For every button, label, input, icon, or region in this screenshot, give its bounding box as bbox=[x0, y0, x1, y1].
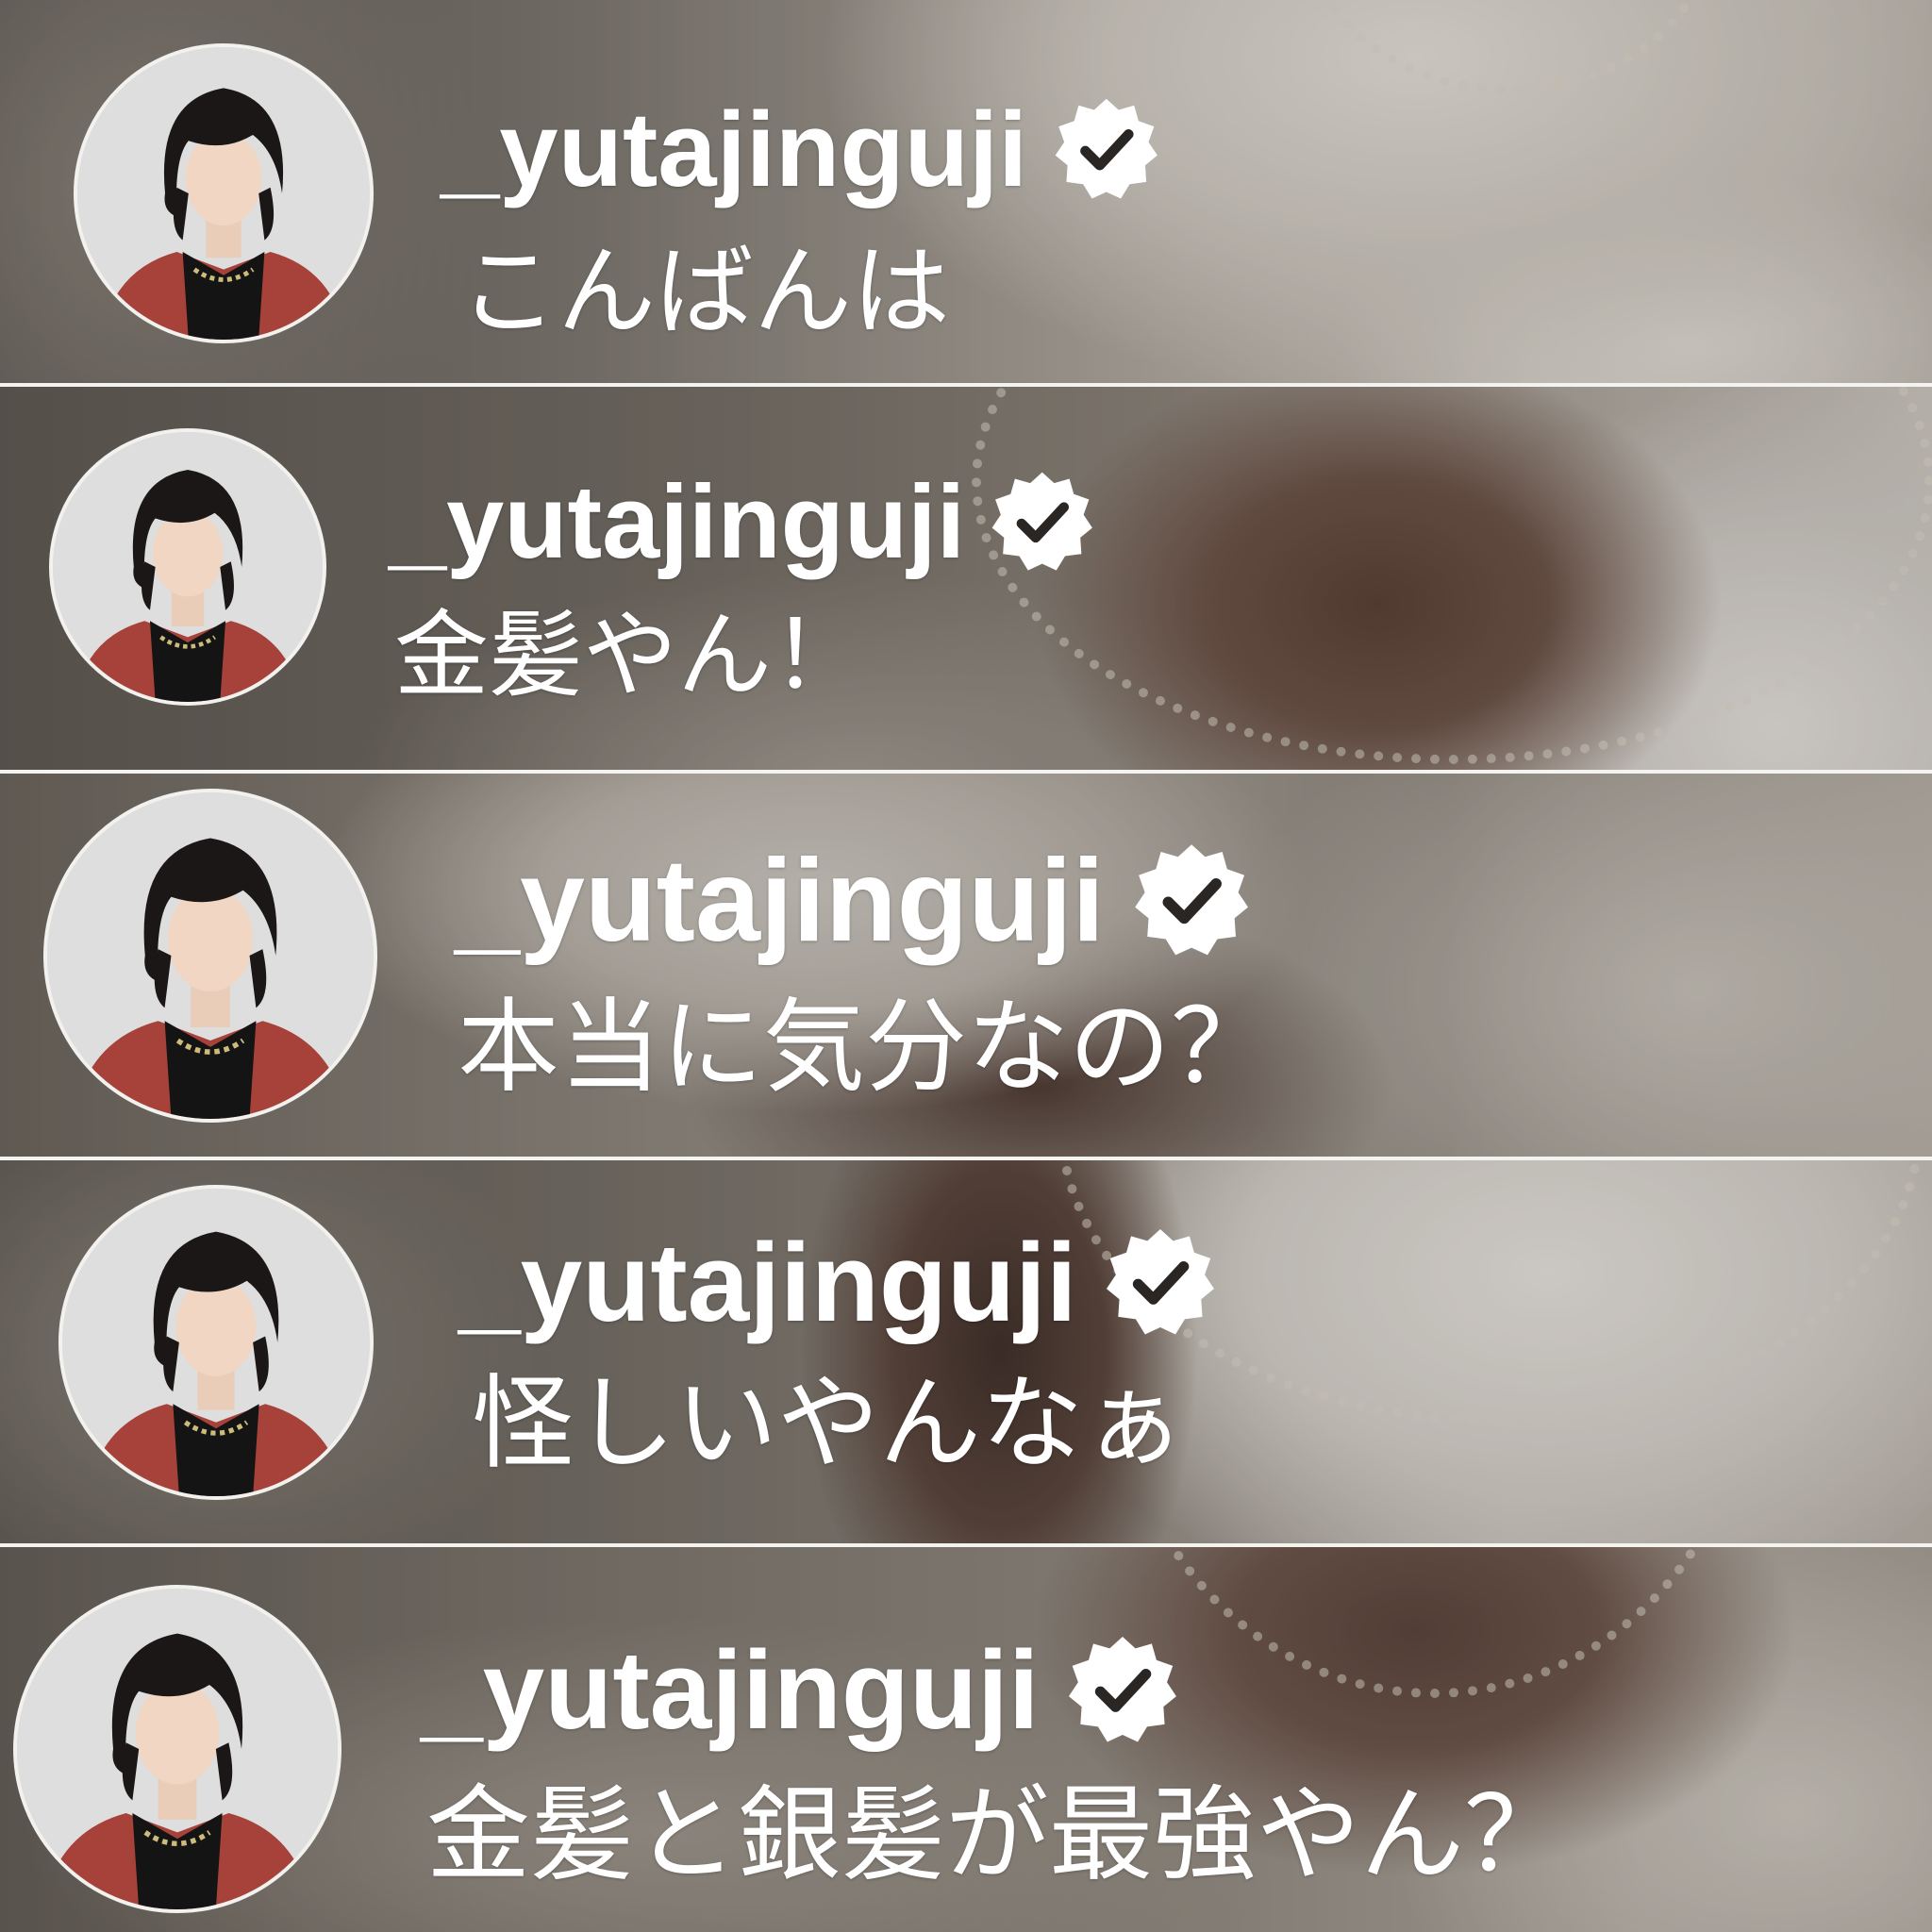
comment-username[interactable]: _yutajinguji bbox=[458, 1224, 1218, 1341]
avatar[interactable] bbox=[74, 43, 374, 343]
avatar[interactable] bbox=[58, 1185, 374, 1500]
profile-avatar bbox=[62, 1189, 370, 1496]
comment-panel: _yutajinguji 金髪やん！ bbox=[0, 387, 1932, 770]
comment-panel: _yutajinguji こんばんは bbox=[0, 0, 1932, 383]
comment-text: 本当に気分なの？ bbox=[458, 989, 1274, 1107]
username-text: _yutajinguji bbox=[421, 1627, 1040, 1753]
comment-username[interactable]: _yutajinguji bbox=[389, 468, 1097, 577]
profile-avatar bbox=[17, 1589, 338, 1909]
verified-badge-icon bbox=[1051, 94, 1162, 206]
comment-username[interactable]: _yutajinguji bbox=[441, 94, 1162, 206]
comment-text: 金髪と銀髪が最強やん？ bbox=[426, 1774, 1568, 1895]
avatar[interactable] bbox=[43, 789, 377, 1123]
comment-panel: _yutajinguji 本当に気分なの？ bbox=[0, 774, 1932, 1157]
comment-collage: _yutajinguji こんばんは _yutajinguji 金髪やん！ _y… bbox=[0, 0, 1932, 1932]
avatar[interactable] bbox=[49, 428, 326, 706]
comment-username[interactable]: _yutajinguji bbox=[455, 840, 1253, 962]
comment-text: こんばんは bbox=[459, 234, 951, 349]
verified-badge-icon bbox=[1064, 1632, 1181, 1749]
comment-text: 怪しいやんなぁ bbox=[472, 1365, 1186, 1483]
username-text: _yutajinguji bbox=[458, 1220, 1077, 1345]
avatar[interactable] bbox=[13, 1585, 341, 1913]
verified-badge-icon bbox=[988, 468, 1097, 577]
comment-text: 金髪やん！ bbox=[394, 600, 866, 710]
profile-avatar bbox=[77, 47, 370, 340]
profile-avatar bbox=[47, 792, 374, 1119]
verified-badge-icon bbox=[1130, 840, 1253, 962]
profile-avatar bbox=[53, 432, 323, 702]
comment-panel: _yutajinguji 怪しいやんなぁ bbox=[0, 1160, 1932, 1543]
verified-badge-icon bbox=[1102, 1224, 1219, 1341]
username-text: _yutajinguji bbox=[441, 90, 1028, 208]
comment-username[interactable]: _yutajinguji bbox=[421, 1632, 1180, 1749]
comment-panel: _yutajinguji 金髪と銀髪が最強やん？ bbox=[0, 1547, 1932, 1932]
username-text: _yutajinguji bbox=[389, 463, 966, 580]
username-text: _yutajinguji bbox=[455, 836, 1105, 967]
